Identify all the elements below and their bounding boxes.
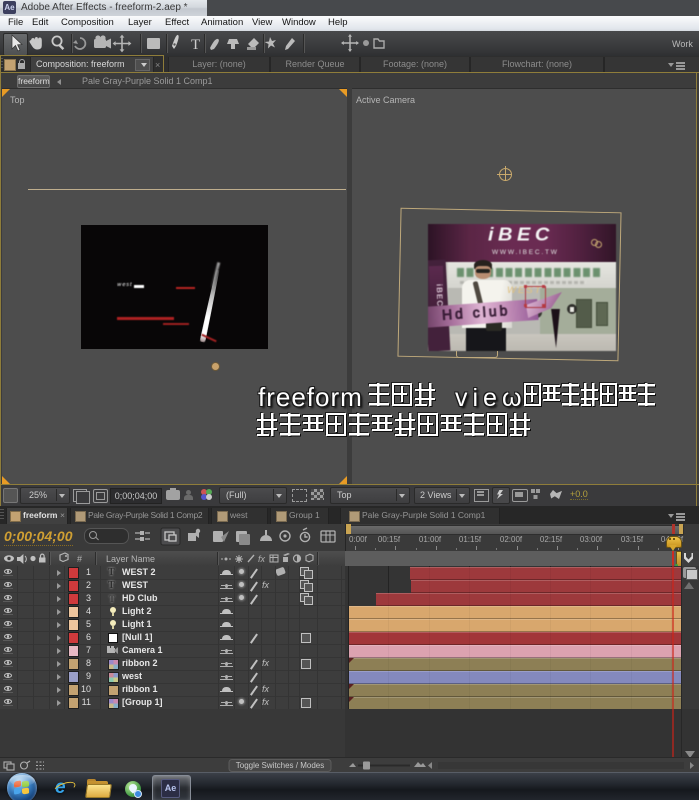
svg-text:#: # bbox=[77, 554, 82, 564]
svg-text:Work: Work bbox=[672, 39, 693, 49]
svg-text:Toggle Switches / Modes: Toggle Switches / Modes bbox=[236, 761, 325, 770]
svg-text:fx: fx bbox=[258, 554, 266, 564]
svg-text:Layer Name: Layer Name bbox=[106, 554, 155, 564]
svg-text:T: T bbox=[191, 37, 200, 53]
